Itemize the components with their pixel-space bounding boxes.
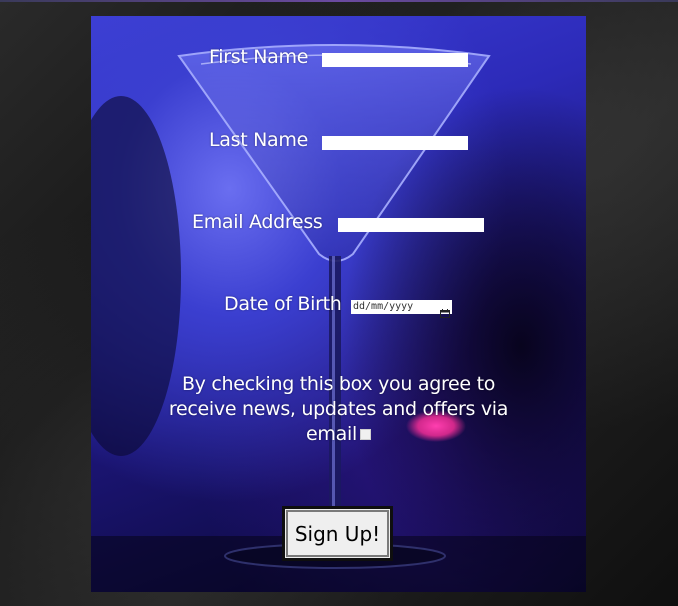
consent-block: By checking this box you agree to receiv…	[151, 372, 526, 447]
sign-up-button[interactable]: Sign Up!	[282, 506, 393, 561]
email-label: Email Address	[192, 211, 323, 233]
dob-date-input[interactable]: dd/mm/yyyy	[351, 300, 452, 318]
dob-label: Date of Birth	[224, 293, 342, 315]
calendar-icon[interactable]	[440, 303, 450, 318]
email-input[interactable]	[338, 218, 484, 232]
first-name-label: First Name	[209, 46, 309, 68]
first-name-input[interactable]	[322, 53, 468, 67]
consent-text: By checking this box you agree to receiv…	[168, 373, 509, 445]
last-name-label: Last Name	[209, 129, 308, 151]
dob-placeholder: dd/mm/yyyy	[353, 301, 414, 312]
last-name-input[interactable]	[322, 136, 468, 150]
consent-checkbox[interactable]	[359, 429, 371, 440]
signup-panel: First Name Last Name Email Address Date …	[91, 16, 586, 592]
top-accent-strip	[0, 0, 678, 2]
